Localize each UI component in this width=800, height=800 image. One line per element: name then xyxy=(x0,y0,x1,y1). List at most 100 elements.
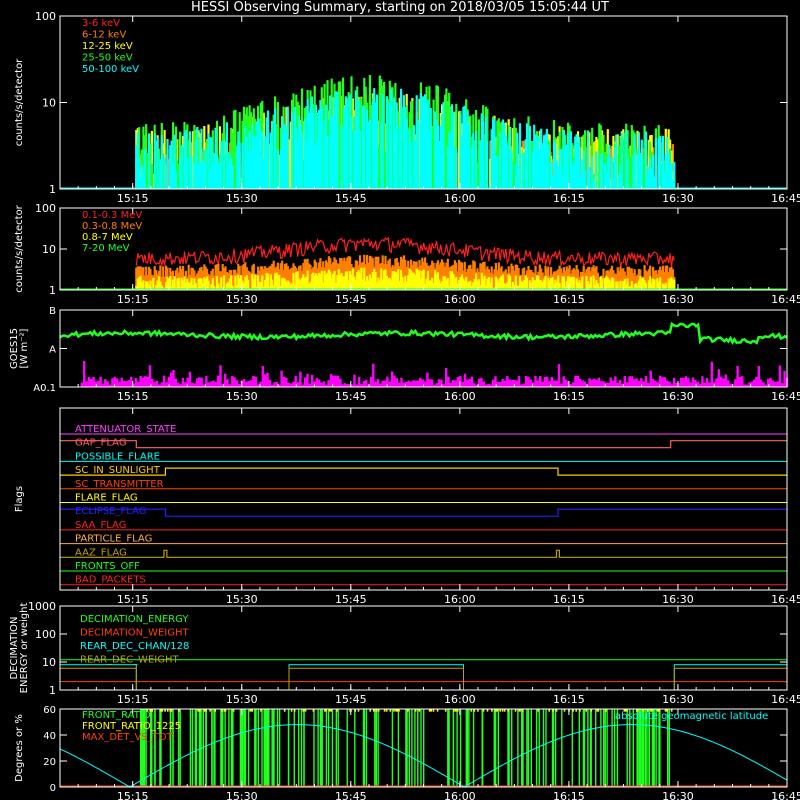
x-tick-label-5-4: 16:15 xyxy=(553,790,585,800)
y-tick-label-5-3: 60 xyxy=(43,705,56,716)
x-tick-label-0-2: 15:45 xyxy=(335,192,367,205)
legend-entry-4-1: DECIMATION_WEIGHT xyxy=(80,628,189,639)
x-tick-label-3-6: 16:45 xyxy=(771,593,800,606)
panel-frame-3 xyxy=(59,407,788,591)
flag-label-9: AAZ_FLAG xyxy=(75,547,127,558)
flag-label-8: PARTICLE_FLAG xyxy=(75,534,152,545)
x-tick-label-5-5: 16:30 xyxy=(662,790,694,800)
y-tick-label-0-2: 100 xyxy=(35,10,56,23)
x-tick-label-4-6: 16:45 xyxy=(771,693,800,706)
y-axis-label-5-0: Degrees or % xyxy=(14,714,25,782)
series-ratios-0 xyxy=(140,709,670,787)
series-goes-1 xyxy=(80,361,789,387)
flag-label-11: BAD_PACKETS xyxy=(75,575,146,586)
x-tick-label-2-0: 15:15 xyxy=(117,390,149,403)
legend-entry-0-1: 6-12 keV xyxy=(82,30,126,41)
x-tick-label-1-1: 15:30 xyxy=(226,293,258,306)
x-tick-label-4-1: 15:30 xyxy=(226,693,258,706)
legend-entry-0-3: 25-50 keV xyxy=(82,53,133,64)
series-goes-0 xyxy=(59,321,788,345)
x-tick-label-5-0: 15:15 xyxy=(117,790,149,800)
legend-entry-1-2: 0.8-7 MeV xyxy=(82,232,133,243)
x-tick-label-2-4: 16:15 xyxy=(553,390,585,403)
x-tick-label-4-4: 16:15 xyxy=(553,693,585,706)
flag-label-4: SC_TRANSMITTER xyxy=(75,479,164,490)
x-tick-label-1-4: 16:15 xyxy=(553,293,585,306)
flag-label-10: FRONTS_OFF xyxy=(75,561,140,572)
y-tick-label-0-0: 1 xyxy=(49,183,56,196)
y-tick-label-4-1: 10 xyxy=(42,656,56,669)
x-tick-label-2-3: 16:00 xyxy=(444,390,476,403)
legend-entry-5-1: FRONT_RATIO_1225 xyxy=(82,721,181,732)
y-tick-label-0-1: 10 xyxy=(42,97,56,110)
x-tick-label-5-1: 15:30 xyxy=(226,790,258,800)
legend-entry-5-0: FRONT_RATIO xyxy=(82,710,151,721)
x-tick-label-5-2: 15:45 xyxy=(335,790,367,800)
panel-goes xyxy=(59,321,789,387)
x-tick-label-1-5: 16:30 xyxy=(662,293,694,306)
x-tick-label-1-2: 15:45 xyxy=(335,293,367,306)
flag-label-2: POSSIBLE_FLARE xyxy=(75,451,160,462)
flag-line-1 xyxy=(60,440,787,449)
legend-entry-4-0: DECIMATION_ENERGY xyxy=(80,614,189,625)
x-tick-label-4-2: 15:45 xyxy=(335,693,367,706)
x-tick-label-0-0: 15:15 xyxy=(117,192,149,205)
x-tick-label-3-5: 16:30 xyxy=(662,593,694,606)
y-tick-label-4-2: 100 xyxy=(35,628,56,641)
legend-entry-0-2: 12-25 keV xyxy=(82,41,133,52)
flag-label-1: GAP_FLAG xyxy=(75,438,127,449)
legend-entry-0-4: 50-100 keV xyxy=(82,64,139,75)
legend-entry-1-0: 0.1-0.3 MeV xyxy=(82,210,142,221)
x-tick-label-5-6: 16:45 xyxy=(771,790,800,800)
flag-label-6: ECLIPSE_FLAG xyxy=(75,506,146,517)
x-tick-label-3-1: 15:30 xyxy=(226,593,258,606)
x-tick-label-2-2: 15:45 xyxy=(335,390,367,403)
y-axis-label-2-1: [W m⁻²] xyxy=(19,328,30,368)
x-tick-label-3-0: 15:15 xyxy=(117,593,149,606)
panel-frame-2 xyxy=(59,309,788,388)
y-axis-label-1-0: counts/s/detector xyxy=(14,204,25,292)
flag-line-6 xyxy=(60,508,787,517)
x-tick-label-0-1: 15:30 xyxy=(226,192,258,205)
y-tick-label-2-1: A xyxy=(49,345,56,356)
legend-entry-4-3: REAR_DEC_WEIGHT xyxy=(80,655,179,666)
flag-label-0: ATTENUATOR_STATE xyxy=(75,424,176,435)
x-tick-label-2-1: 15:30 xyxy=(226,390,258,403)
x-tick-label-0-6: 16:45 xyxy=(771,192,800,205)
y-tick-label-4-0: 1 xyxy=(49,684,56,697)
y-tick-label-5-1: 20 xyxy=(43,757,56,768)
x-tick-label-5-3: 16:00 xyxy=(444,790,476,800)
x-tick-label-0-4: 16:15 xyxy=(553,192,585,205)
y-tick-label-1-1: 10 xyxy=(42,243,56,256)
x-tick-label-4-0: 15:15 xyxy=(117,693,149,706)
legend-entry-1-3: 7-20 MeV xyxy=(82,243,130,254)
y-tick-label-5-0: 0 xyxy=(50,783,56,794)
flag-label-5: FLARE_FLAG xyxy=(75,493,138,504)
legend-entry-5-2: MAX_DET_VS_TOT xyxy=(82,732,174,743)
x-tick-label-0-5: 16:30 xyxy=(662,192,694,205)
flag-line-9 xyxy=(60,549,787,558)
y-axis-label-3-0: Flags xyxy=(14,486,25,512)
y-axis-label-4-1: ENERGY or weight xyxy=(19,603,30,694)
x-tick-label-1-6: 16:45 xyxy=(771,293,800,306)
y-tick-label-1-0: 1 xyxy=(49,284,56,297)
x-tick-label-2-5: 16:30 xyxy=(662,390,694,403)
panel-flags: ATTENUATOR_STATE GAP_FLAG POSSIBLE_FLARE SC… xyxy=(60,424,787,586)
x-tick-label-4-3: 16:00 xyxy=(444,693,476,706)
panel-hi-energy xyxy=(60,236,787,290)
legend-entry-0-0: 3-6 keV xyxy=(82,18,120,29)
x-tick-label-3-4: 16:15 xyxy=(553,593,585,606)
legend-entry-1-1: 0.3-0.8 MeV xyxy=(82,221,142,232)
y-tick-label-1-2: 100 xyxy=(35,202,56,215)
y-axis-label-0-0: counts/s/detector xyxy=(14,58,25,146)
x-tick-label-2-6: 16:45 xyxy=(771,390,800,403)
x-tick-label-1-3: 16:00 xyxy=(444,293,476,306)
flag-line-3 xyxy=(60,467,787,476)
y-tick-label-5-2: 40 xyxy=(43,731,56,742)
observing-summary-chart: 15:15 15:30 15:45 16:00 16:15 16:30 16:4511010… xyxy=(9,10,800,800)
x-tick-label-3-3: 16:00 xyxy=(444,593,476,606)
x-tick-label-3-2: 15:45 xyxy=(335,593,367,606)
y-tick-label-2-0: A0.1 xyxy=(33,383,56,394)
y-tick-label-2-2: B xyxy=(49,306,56,317)
flag-label-3: SC_IN_SUNLIGHT xyxy=(75,465,161,476)
